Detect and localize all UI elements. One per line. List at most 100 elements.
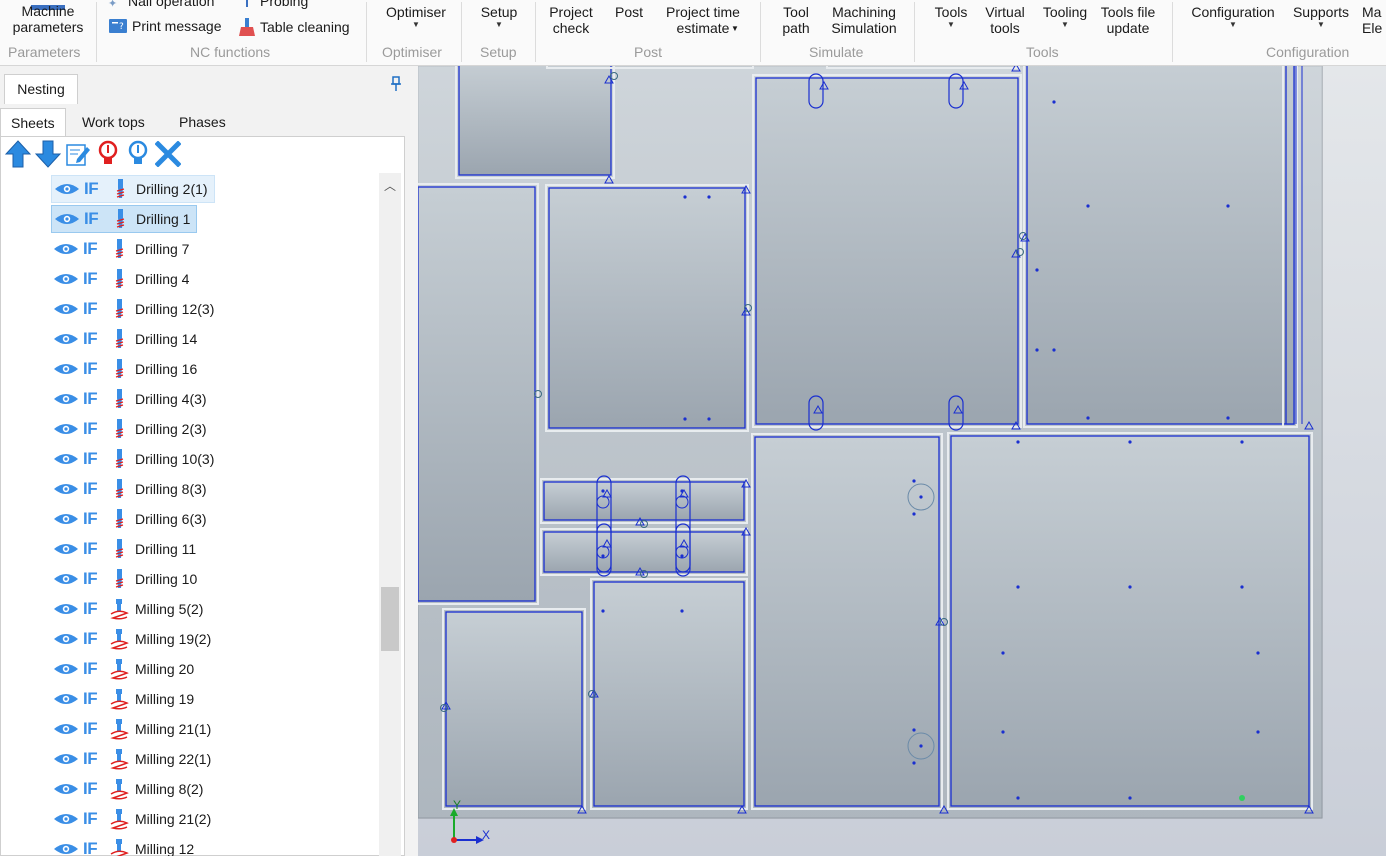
condition-label[interactable]: IF bbox=[83, 509, 105, 529]
tree-row[interactable]: IF Drilling 11 bbox=[51, 535, 202, 563]
tree-row[interactable]: IF Drilling 14 bbox=[51, 325, 203, 353]
table-cleaning-button[interactable]: Table cleaning bbox=[238, 17, 350, 37]
tree-row[interactable]: IF Milling 21(2) bbox=[51, 805, 217, 833]
tab-sheets[interactable]: Sheets bbox=[0, 108, 66, 136]
optimiser-button[interactable]: Optimiser ▼ bbox=[378, 4, 454, 30]
condition-label[interactable]: IF bbox=[83, 569, 105, 589]
eye-icon[interactable] bbox=[53, 812, 79, 826]
eye-icon[interactable] bbox=[53, 512, 79, 526]
move-down-button[interactable] bbox=[33, 139, 63, 169]
tab-nesting[interactable]: Nesting bbox=[4, 74, 78, 104]
tree-row[interactable]: IF Drilling 8(3) bbox=[51, 475, 213, 503]
condition-label[interactable]: IF bbox=[83, 779, 105, 799]
eye-icon[interactable] bbox=[53, 272, 79, 286]
nail-operation-button[interactable]: ✦ Nail operation bbox=[108, 0, 214, 10]
tree-row[interactable]: IF Drilling 2(3) bbox=[51, 415, 213, 443]
condition-label[interactable]: IF bbox=[84, 179, 106, 199]
condition-label[interactable]: IF bbox=[83, 539, 105, 559]
tree-row[interactable]: IF Drilling 7 bbox=[51, 235, 195, 263]
configuration-button[interactable]: Configuration ▼ bbox=[1184, 4, 1282, 30]
tools-button[interactable]: Tools ▼ bbox=[928, 4, 974, 30]
condition-label[interactable]: IF bbox=[83, 299, 105, 319]
condition-label[interactable]: IF bbox=[83, 269, 105, 289]
eye-icon[interactable] bbox=[53, 662, 79, 676]
project-check-button[interactable]: Project check bbox=[542, 4, 600, 36]
condition-label[interactable]: IF bbox=[83, 599, 105, 619]
enable-button[interactable] bbox=[123, 139, 153, 169]
condition-label[interactable]: IF bbox=[83, 719, 105, 739]
eye-icon[interactable] bbox=[53, 722, 79, 736]
eye-icon[interactable] bbox=[53, 602, 79, 616]
eye-icon[interactable] bbox=[53, 452, 79, 466]
eye-icon[interactable] bbox=[53, 842, 79, 856]
tools-file-update-button[interactable]: Tools file update bbox=[1096, 4, 1160, 36]
eye-icon[interactable] bbox=[53, 242, 79, 256]
chevron-up-icon[interactable]: ︿ bbox=[384, 177, 396, 194]
machining-simulation-button[interactable]: Machining Simulation bbox=[822, 4, 906, 36]
probing-button[interactable]: Probing bbox=[246, 0, 308, 10]
tree-row[interactable]: IF Milling 19(2) bbox=[51, 625, 217, 653]
machine-parameters-button[interactable]: Machine parameters bbox=[6, 0, 90, 35]
condition-label[interactable]: IF bbox=[83, 329, 105, 349]
eye-icon[interactable] bbox=[53, 422, 79, 436]
tree-scrollbar[interactable]: ︿ bbox=[379, 173, 401, 856]
tree-row[interactable]: IF Milling 8(2) bbox=[51, 775, 209, 803]
print-message-button[interactable]: ? Print message bbox=[108, 17, 221, 35]
condition-label[interactable]: IF bbox=[83, 389, 105, 409]
tree-row[interactable]: IF Milling 19 bbox=[51, 685, 200, 713]
tab-work-tops[interactable]: Work tops bbox=[72, 108, 155, 136]
tree-row[interactable]: IF Milling 22(1) bbox=[51, 745, 217, 773]
condition-label[interactable]: IF bbox=[83, 449, 105, 469]
eye-icon[interactable] bbox=[53, 542, 79, 556]
post-button[interactable]: Post bbox=[610, 4, 648, 20]
condition-label[interactable]: IF bbox=[83, 239, 105, 259]
eye-icon[interactable] bbox=[53, 482, 79, 496]
move-up-button[interactable] bbox=[3, 139, 33, 169]
tree-row[interactable]: IF Milling 5(2) bbox=[51, 595, 209, 623]
eye-icon[interactable] bbox=[54, 182, 80, 196]
tree-row[interactable]: IF Drilling 10(3) bbox=[51, 445, 220, 473]
tab-phases[interactable]: Phases bbox=[169, 108, 236, 136]
edit-button[interactable] bbox=[63, 139, 93, 169]
scrollbar-thumb[interactable] bbox=[381, 587, 399, 651]
eye-icon[interactable] bbox=[53, 392, 79, 406]
tree-row[interactable]: IF Milling 20 bbox=[51, 655, 200, 683]
tree-row[interactable]: IF Milling 12 bbox=[51, 835, 200, 856]
condition-label[interactable]: IF bbox=[83, 419, 105, 439]
condition-label[interactable]: IF bbox=[83, 629, 105, 649]
tree-row[interactable]: IF Drilling 10 bbox=[51, 565, 203, 593]
tree-row[interactable]: IF Drilling 4 bbox=[51, 265, 195, 293]
tree-row[interactable]: IF Drilling 2(1) bbox=[51, 175, 215, 203]
tooling-button[interactable]: Tooling ▼ bbox=[1036, 4, 1094, 30]
eye-icon[interactable] bbox=[54, 212, 80, 226]
machine-elements-button[interactable]: Ma Ele bbox=[1362, 4, 1386, 36]
eye-icon[interactable] bbox=[53, 692, 79, 706]
condition-label[interactable]: IF bbox=[83, 359, 105, 379]
nesting-canvas[interactable]: Y X bbox=[418, 66, 1386, 856]
condition-label[interactable]: IF bbox=[83, 689, 105, 709]
condition-label[interactable]: IF bbox=[83, 809, 105, 829]
eye-icon[interactable] bbox=[53, 782, 79, 796]
setup-button[interactable]: Setup ▼ bbox=[472, 4, 526, 30]
eye-icon[interactable] bbox=[53, 752, 79, 766]
tree-row[interactable]: IF Drilling 6(3) bbox=[51, 505, 213, 533]
delete-button[interactable] bbox=[153, 139, 183, 169]
eye-icon[interactable] bbox=[53, 632, 79, 646]
supports-button[interactable]: Supports ▼ bbox=[1288, 4, 1354, 30]
tree-row[interactable]: IF Drilling 12(3) bbox=[51, 295, 220, 323]
condition-label[interactable]: IF bbox=[83, 659, 105, 679]
disable-button[interactable] bbox=[93, 139, 123, 169]
condition-label[interactable]: IF bbox=[83, 839, 105, 856]
eye-icon[interactable] bbox=[53, 362, 79, 376]
tree-row[interactable]: IF Drilling 4(3) bbox=[51, 385, 213, 413]
eye-icon[interactable] bbox=[53, 302, 79, 316]
pin-icon[interactable] bbox=[390, 76, 402, 92]
condition-label[interactable]: IF bbox=[83, 749, 105, 769]
eye-icon[interactable] bbox=[53, 572, 79, 586]
tree-row[interactable]: IF Drilling 16 bbox=[51, 355, 203, 383]
tree-row[interactable]: IF Drilling 1 bbox=[51, 205, 198, 233]
nesting-drawing[interactable] bbox=[418, 66, 1386, 856]
tool-path-button[interactable]: Tool path bbox=[770, 4, 822, 36]
virtual-tools-button[interactable]: Virtual tools bbox=[978, 4, 1032, 36]
eye-icon[interactable] bbox=[53, 332, 79, 346]
